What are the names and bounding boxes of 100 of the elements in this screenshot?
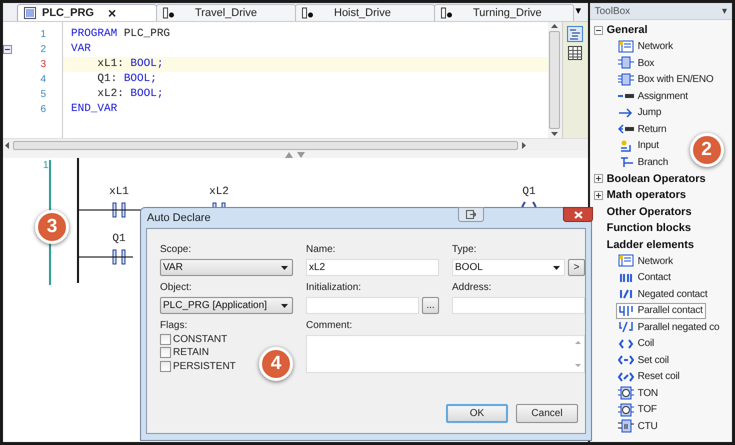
field-label: Comment: bbox=[306, 319, 354, 332]
box-icon bbox=[618, 56, 634, 70]
scroll-down-icon[interactable] bbox=[551, 132, 558, 136]
group-header[interactable]: Function blocks bbox=[606, 220, 691, 236]
parallel-contact-icon bbox=[618, 304, 634, 318]
group-header[interactable]: Ladder elements bbox=[606, 236, 694, 253]
timer-icon bbox=[618, 402, 634, 417]
field-label: Address: bbox=[452, 281, 492, 294]
toolbox-item[interactable]: Parallel contact bbox=[616, 302, 706, 319]
checkbox-label: PERSISTENT bbox=[173, 360, 236, 374]
window-button[interactable] bbox=[458, 207, 484, 222]
toolbox-item[interactable]: TON bbox=[616, 385, 661, 402]
parallel-negated-contact-icon bbox=[618, 320, 634, 334]
editor-tab[interactable]: Hoist_Drive bbox=[295, 4, 435, 21]
action-icon bbox=[302, 7, 314, 19]
checkbox[interactable] bbox=[160, 360, 171, 372]
field-label: Name: bbox=[306, 243, 336, 256]
group-header[interactable]: Other Operators bbox=[606, 204, 692, 220]
toolbox-item[interactable]: Return bbox=[616, 121, 670, 138]
negated-contact-icon bbox=[618, 287, 634, 302]
dialog-button[interactable]: OK bbox=[446, 404, 508, 423]
dropdown[interactable]: PLC_PRG [Application] bbox=[160, 297, 293, 314]
collapse-icon[interactable] bbox=[3, 45, 12, 54]
toolbox-item[interactable]: Network bbox=[616, 38, 676, 55]
scroll-right-icon[interactable] bbox=[522, 142, 526, 148]
dropdown-arrow-icon bbox=[553, 266, 560, 270]
editor-tab[interactable]: Travel_Drive bbox=[156, 4, 296, 21]
expand-icon[interactable] bbox=[594, 190, 603, 200]
splitter-arrows-icon[interactable] bbox=[285, 152, 306, 158]
code-line: PROGRAM PLC_PRG bbox=[71, 27, 170, 42]
variable-label: xL1 bbox=[109, 186, 129, 198]
text-view-icon[interactable] bbox=[567, 26, 584, 42]
dropdown-icon[interactable]: ▾ bbox=[722, 4, 727, 18]
network-number: 1 bbox=[43, 160, 49, 171]
box-en-icon bbox=[618, 72, 634, 87]
line-number: 4 bbox=[40, 73, 46, 87]
field-label: Scope: bbox=[160, 243, 192, 256]
close-icon[interactable]: × bbox=[108, 6, 116, 20]
timer-icon bbox=[618, 386, 634, 400]
toolbox-item[interactable]: Parallel negated co bbox=[616, 319, 722, 336]
text-field[interactable] bbox=[452, 297, 585, 314]
checkbox-label: CONSTANT bbox=[173, 332, 228, 347]
contact-symbol[interactable] bbox=[112, 202, 126, 218]
field-label: Type: bbox=[452, 243, 478, 256]
return-icon bbox=[618, 122, 634, 136]
toolbox-item[interactable]: Box bbox=[616, 55, 658, 72]
jump-icon bbox=[618, 106, 634, 120]
step-number-badge: 2 bbox=[690, 133, 724, 167]
table-view-icon[interactable] bbox=[568, 46, 582, 60]
vertical-scrollbar[interactable] bbox=[548, 22, 562, 138]
toolbox-item[interactable]: Contact bbox=[616, 270, 674, 286]
toolbox-item[interactable]: Input bbox=[616, 138, 662, 154]
line-number: 1 bbox=[40, 28, 46, 42]
field-label: Initialization: bbox=[306, 281, 362, 294]
small-button[interactable]: ... bbox=[422, 297, 439, 314]
step-number-badge: 3 bbox=[35, 210, 69, 244]
checkbox[interactable] bbox=[160, 334, 171, 345]
group-header[interactable]: General bbox=[606, 22, 648, 38]
dialog-button[interactable]: Cancel bbox=[516, 404, 578, 423]
group-header[interactable]: Boolean Operators bbox=[606, 170, 706, 187]
code-line: Q1: BOOL; bbox=[96, 72, 157, 88]
toolbox-item[interactable]: CTU bbox=[616, 418, 661, 434]
toolbox-item[interactable]: TOF bbox=[616, 402, 660, 418]
coil-icon bbox=[618, 336, 634, 351]
dropdown[interactable]: BOOL bbox=[452, 259, 565, 276]
toolbox-item[interactable]: Reset coil bbox=[616, 368, 683, 385]
dropdown-arrow-icon bbox=[281, 304, 288, 308]
expand-icon[interactable] bbox=[594, 174, 603, 184]
counter-icon bbox=[618, 419, 634, 434]
scroll-left-icon[interactable] bbox=[5, 142, 9, 148]
editor-tab[interactable]: Turning_Drive bbox=[434, 4, 574, 21]
contact-symbol[interactable] bbox=[112, 250, 126, 264]
toolbox-item[interactable]: Network bbox=[616, 253, 676, 270]
toolbox-item[interactable]: Jump bbox=[616, 104, 664, 121]
dialog-title: Auto Declare bbox=[147, 210, 211, 226]
small-button[interactable]: > bbox=[568, 259, 585, 276]
text-field[interactable] bbox=[306, 297, 419, 314]
dropdown-icon[interactable]: ▾ bbox=[576, 2, 582, 19]
collapse-icon[interactable] bbox=[594, 26, 603, 35]
code-line: END_VAR bbox=[71, 102, 118, 118]
line-number: 6 bbox=[40, 103, 46, 117]
editor-tab[interactable]: PLC_PRG × bbox=[17, 4, 157, 21]
checkbox[interactable] bbox=[160, 347, 171, 358]
scroll-up-icon[interactable] bbox=[551, 24, 558, 28]
toolbox-item[interactable]: Set coil bbox=[616, 352, 672, 368]
text-field[interactable]: xL2 bbox=[306, 259, 439, 276]
line-number: 3 bbox=[40, 58, 46, 72]
toolbox-item[interactable]: Assignment bbox=[616, 88, 691, 104]
toolbox-item[interactable]: Box with EN/ENO bbox=[616, 72, 717, 88]
reset-coil-icon bbox=[618, 370, 634, 384]
toolbox-item[interactable]: Branch bbox=[616, 154, 672, 170]
toolbox-item[interactable]: Negated contact bbox=[616, 286, 710, 302]
variable-label: xL2 bbox=[209, 186, 229, 198]
program-icon bbox=[24, 7, 36, 19]
export-icon bbox=[466, 210, 476, 219]
close-button[interactable] bbox=[563, 207, 593, 222]
group-header[interactable]: Math operators bbox=[606, 187, 686, 204]
dropdown[interactable]: VAR bbox=[160, 259, 293, 276]
toolbox-item[interactable]: Coil bbox=[616, 336, 658, 352]
horizontal-scrollbar[interactable] bbox=[3, 138, 588, 151]
